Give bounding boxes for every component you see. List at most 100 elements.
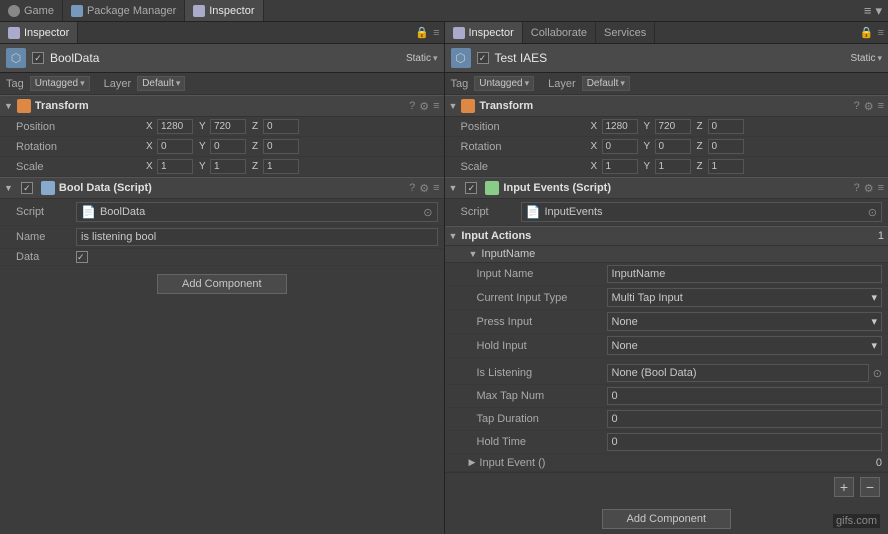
- right-go-static: Static ▾: [850, 53, 882, 64]
- right-rot-x-input[interactable]: [602, 139, 638, 154]
- tab-menu-icon[interactable]: ≡: [864, 3, 872, 18]
- input-event-count: 0: [876, 457, 882, 469]
- input-name-row: Input Name: [445, 263, 888, 286]
- right-go-name: Test IAES: [495, 51, 845, 65]
- tap-duration-input[interactable]: [607, 410, 883, 428]
- left-go-icon: ⬡: [6, 48, 26, 68]
- input-actions-triangle[interactable]: ▼: [449, 231, 458, 241]
- left-rotation-values: X Y Z: [146, 139, 438, 154]
- right-rot-z-input[interactable]: [708, 139, 744, 154]
- left-script-settings[interactable]: ⚙: [419, 182, 429, 195]
- right-position-row: Position X Y Z: [445, 117, 888, 137]
- right-input-settings[interactable]: ⚙: [864, 182, 874, 195]
- left-script-help[interactable]: ?: [409, 182, 415, 194]
- right-script-target-btn[interactable]: ⊙: [868, 206, 877, 219]
- right-menu-icon[interactable]: ≡: [878, 27, 884, 39]
- left-transform-settings[interactable]: ⚙: [419, 100, 429, 113]
- left-scale-x-input[interactable]: [157, 159, 193, 174]
- right-transform-help[interactable]: ?: [854, 100, 860, 112]
- right-layer-value[interactable]: Default ▾: [582, 76, 630, 91]
- left-lock-icon[interactable]: 🔒: [415, 26, 429, 39]
- left-data-row: Data: [0, 249, 444, 266]
- left-scale-y-input[interactable]: [210, 159, 246, 174]
- left-transform-actions: ? ⚙ ≡: [409, 100, 439, 113]
- left-script-menu[interactable]: ≡: [433, 182, 439, 194]
- right-input-enabled-checkbox[interactable]: [465, 182, 477, 194]
- left-rot-z-input[interactable]: [263, 139, 299, 154]
- left-tag-value[interactable]: Untagged ▾: [30, 76, 90, 91]
- right-add-component-button[interactable]: Add Component: [602, 509, 732, 529]
- game-icon: [8, 5, 20, 17]
- left-scale-y: Y: [199, 159, 246, 174]
- left-static-arrow[interactable]: ▾: [433, 53, 438, 64]
- right-scale-x-input[interactable]: [602, 159, 638, 174]
- add-input-button[interactable]: +: [834, 477, 854, 497]
- right-tab-services[interactable]: Services: [596, 22, 655, 43]
- left-script-triangle[interactable]: ▼: [4, 183, 13, 193]
- left-scale-z-input[interactable]: [263, 159, 299, 174]
- left-menu-icon[interactable]: ≡: [433, 27, 439, 39]
- left-name-input[interactable]: [76, 228, 438, 246]
- right-tag-arrow[interactable]: ▾: [525, 78, 530, 89]
- tab-game[interactable]: Game: [0, 0, 63, 21]
- left-transform-triangle[interactable]: ▼: [4, 101, 13, 111]
- right-layer-arrow[interactable]: ▾: [620, 78, 625, 89]
- left-transform-menu[interactable]: ≡: [433, 100, 439, 112]
- hold-time-input[interactable]: [607, 433, 883, 451]
- left-layer-value[interactable]: Default ▾: [137, 76, 185, 91]
- tab-inspector-left[interactable]: Inspector: [185, 0, 263, 21]
- right-tag-value[interactable]: Untagged ▾: [474, 76, 534, 91]
- hold-input-row: Hold Input None ▾: [445, 334, 888, 358]
- hold-input-dropdown[interactable]: None ▾: [607, 336, 883, 355]
- input-name-input[interactable]: [607, 265, 883, 283]
- left-data-checkbox[interactable]: [76, 251, 88, 263]
- press-input-row: Press Input None ▾: [445, 310, 888, 334]
- right-input-menu[interactable]: ≡: [878, 182, 884, 194]
- tab-package-manager[interactable]: Package Manager: [63, 0, 185, 21]
- right-scale-z-input[interactable]: [708, 159, 744, 174]
- left-layer-arrow[interactable]: ▾: [176, 78, 181, 89]
- right-pos-z-input[interactable]: [708, 119, 744, 134]
- right-go-checkbox[interactable]: [477, 52, 489, 64]
- right-rotation-label: Rotation: [461, 141, 591, 153]
- remove-input-button[interactable]: −: [860, 477, 880, 497]
- left-rot-x-input[interactable]: [157, 139, 193, 154]
- right-input-help[interactable]: ?: [854, 182, 860, 194]
- right-pos-y-input[interactable]: [655, 119, 691, 134]
- hold-input-arrow: ▾: [871, 339, 877, 352]
- left-go-checkbox[interactable]: [32, 52, 44, 64]
- tab-arrow-icon[interactable]: ▾: [875, 3, 882, 19]
- left-script-name: BoolData: [100, 206, 145, 218]
- right-panel-tab-extras: 🔒 ≡: [856, 22, 888, 43]
- right-scale-y-input[interactable]: [655, 159, 691, 174]
- left-pos-x-input[interactable]: [157, 119, 193, 134]
- right-rot-y-input[interactable]: [655, 139, 691, 154]
- input-actions-header: ▼ Input Actions 1: [445, 226, 888, 246]
- current-input-type-label: Current Input Type: [477, 292, 607, 304]
- right-transform-triangle[interactable]: ▼: [449, 101, 458, 111]
- left-script-enabled-checkbox[interactable]: [21, 182, 33, 194]
- right-lock-icon[interactable]: 🔒: [860, 26, 874, 39]
- right-tab-collaborate[interactable]: Collaborate: [523, 22, 596, 43]
- right-input-events-triangle[interactable]: ▼: [449, 183, 458, 193]
- left-rot-y-input[interactable]: [210, 139, 246, 154]
- left-add-component-button[interactable]: Add Component: [157, 274, 287, 294]
- right-static-arrow[interactable]: ▾: [877, 53, 882, 64]
- right-transform-settings[interactable]: ⚙: [864, 100, 874, 113]
- left-pos-z-input[interactable]: [263, 119, 299, 134]
- right-tab-inspector[interactable]: Inspector: [445, 22, 523, 43]
- is-listening-target-btn[interactable]: ⊙: [873, 367, 882, 380]
- max-tap-num-input[interactable]: [607, 387, 883, 405]
- right-pos-x-input[interactable]: [602, 119, 638, 134]
- inputname-triangle[interactable]: ▼: [469, 249, 478, 259]
- right-transform-menu[interactable]: ≡: [878, 100, 884, 112]
- left-pos-y-input[interactable]: [210, 119, 246, 134]
- left-tab-inspector[interactable]: Inspector: [0, 22, 78, 43]
- current-input-type-dropdown[interactable]: Multi Tap Input ▾: [607, 288, 883, 307]
- right-rot-y: Y: [644, 139, 691, 154]
- left-script-target-btn[interactable]: ⊙: [423, 206, 432, 219]
- left-transform-help[interactable]: ?: [409, 100, 415, 112]
- input-event-triangle[interactable]: ▶: [469, 457, 476, 468]
- press-input-dropdown[interactable]: None ▾: [607, 312, 883, 331]
- left-tag-arrow[interactable]: ▾: [80, 78, 85, 89]
